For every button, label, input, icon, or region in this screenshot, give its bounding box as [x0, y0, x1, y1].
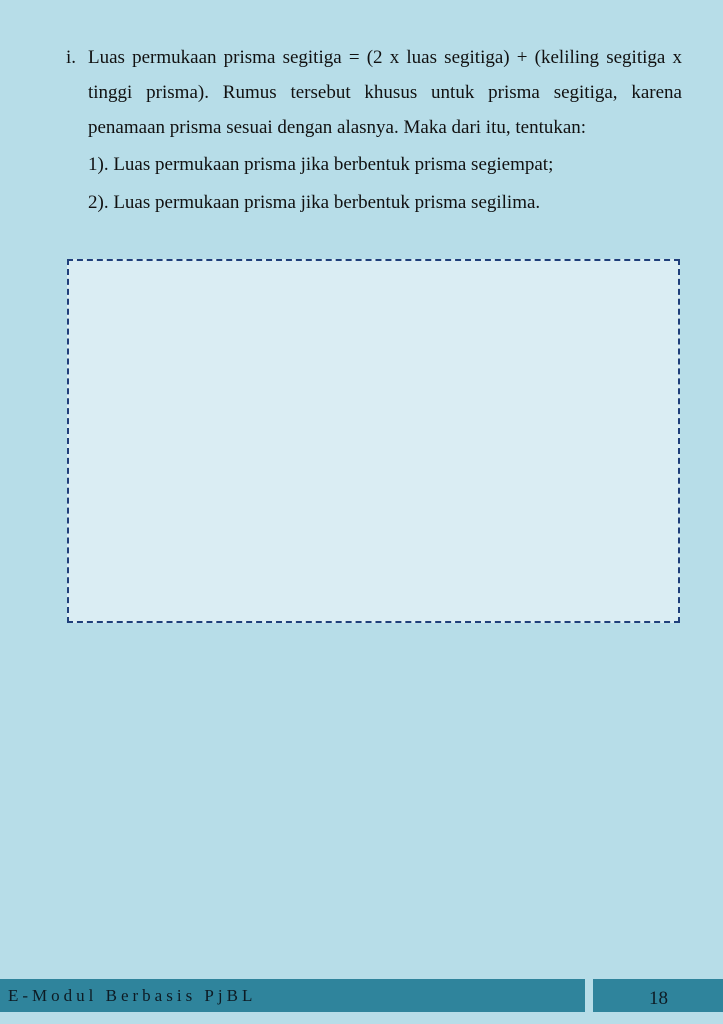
answer-box[interactable]	[67, 259, 680, 623]
footer-bar: E-Modul Berbasis PjBL	[0, 979, 585, 1012]
question-main: i. Luas permukaan prisma segitiga = (2 x…	[66, 40, 682, 145]
question-label: i.	[66, 47, 77, 68]
sub-item: 2). Luas permukaan prisma jika berbentuk…	[88, 192, 541, 213]
page-number: 18	[649, 988, 668, 1009]
page-number-box: 18	[593, 979, 723, 1012]
sub-item: 1). Luas permukaan prisma jika berbentuk…	[88, 154, 554, 175]
question-sub-items: 1). Luas permukaan prisma jika berbentuk…	[88, 146, 682, 222]
footer-title: E-Modul Berbasis PjBL	[8, 986, 257, 1005]
question-block: i. Luas permukaan prisma segitiga = (2 x…	[66, 40, 682, 222]
question-text: Luas permukaan prisma segitiga = (2 x lu…	[88, 47, 682, 138]
